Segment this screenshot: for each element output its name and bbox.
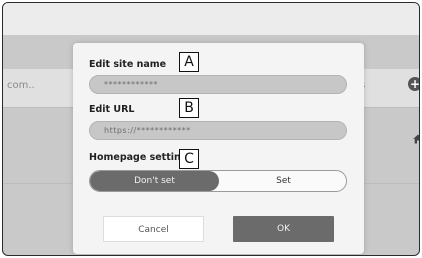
edit-site-dialog: Edit site name A ************ Edit URL B…	[73, 43, 364, 254]
set-option[interactable]: Set	[219, 171, 346, 191]
callout-c: C	[179, 149, 199, 169]
url-label: Edit URL	[89, 104, 135, 115]
url-field[interactable]: https://************	[89, 121, 347, 140]
callout-a: A	[179, 52, 199, 72]
dont-set-option[interactable]: Don't set	[90, 171, 219, 191]
cancel-button[interactable]: Cancel	[103, 216, 204, 242]
ok-button[interactable]: OK	[233, 216, 334, 242]
homepage-setting-toggle: Don't set Set	[89, 170, 347, 192]
callout-b: B	[179, 98, 199, 118]
screen-frame: com.. s + Edit site name A ************ …	[2, 2, 420, 256]
background-site-text: com..	[7, 80, 35, 91]
add-icon: +	[408, 77, 420, 91]
site-name-field[interactable]: ************	[89, 75, 347, 94]
home-icon	[413, 134, 419, 144]
site-name-label: Edit site name	[89, 59, 167, 70]
homepage-setting-label: Homepage setting	[89, 152, 188, 163]
background-top-bar	[3, 3, 419, 35]
